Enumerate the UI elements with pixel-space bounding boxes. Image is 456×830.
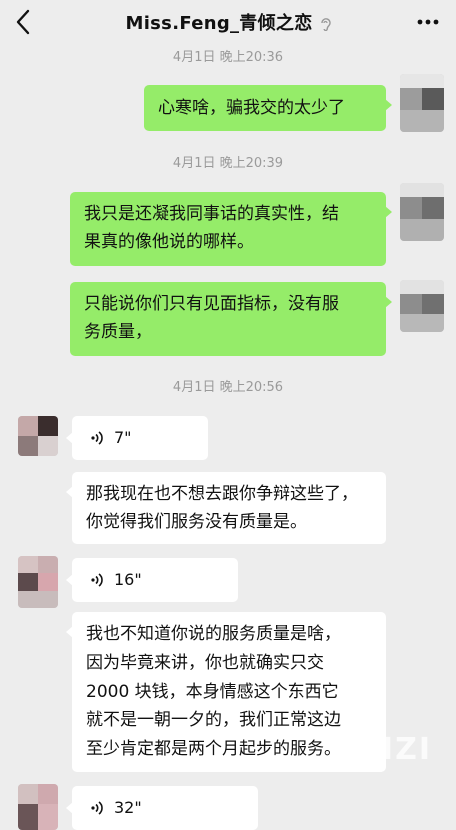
message-text: 只能说你们只有见面指标，没有服 xyxy=(84,294,339,314)
message-text: 那我现在也不想去跟你争辩这些了， xyxy=(86,484,358,504)
voice-message[interactable]: 32" xyxy=(66,786,258,830)
sent-message[interactable]: 我只是还凝我同事话的真实性，结 果真的像他说的哪样。 xyxy=(70,192,392,266)
my-avatar[interactable] xyxy=(400,280,444,332)
ellipsis-icon xyxy=(417,19,439,25)
message-text: 你觉得我们服务没有质量是。 xyxy=(86,512,307,532)
received-message[interactable]: 那我现在也不想去跟你争辩这些了， 你觉得我们服务没有质量是。 xyxy=(66,472,386,544)
voice-wave-icon xyxy=(91,573,103,587)
message-text: 至少肯定都是两个月起步的服务。 xyxy=(86,739,341,760)
chat-header: Miss.Feng_青倾之恋 xyxy=(0,0,456,44)
contact-avatar[interactable] xyxy=(18,556,58,608)
message-text: 2000 块钱，本身情感这个东西它 xyxy=(86,681,339,702)
timestamp: 4月1日 晚上20:39 xyxy=(172,156,284,171)
voice-wave-icon xyxy=(91,801,103,815)
message-text: 果真的像他说的哪样。 xyxy=(84,232,254,252)
chat-title-text: Miss.Feng_青倾之恋 xyxy=(125,13,313,34)
timestamp: 4月1日 晚上20:56 xyxy=(172,380,284,395)
ear-icon xyxy=(320,18,331,31)
message-text: 心寒啥，骗我交的太少了 xyxy=(158,98,345,118)
more-button[interactable] xyxy=(416,12,440,32)
chat-title: Miss.Feng_青倾之恋 xyxy=(0,9,456,35)
contact-avatar[interactable] xyxy=(18,416,58,456)
voice-wave-icon xyxy=(91,431,103,445)
voice-duration: 32" xyxy=(114,798,142,817)
timestamp: 4月1日 晚上20:36 xyxy=(172,50,284,65)
voice-duration: 7" xyxy=(114,428,132,447)
sent-message[interactable]: 心寒啥，骗我交的太少了 xyxy=(144,85,392,131)
message-text: 我也不知道你说的服务质量是啥， xyxy=(86,624,341,644)
received-message[interactable]: 我也不知道你说的服务质量是啥， 因为毕竟来讲，你也就确实只交 2000 块钱，本… xyxy=(66,612,386,772)
contact-avatar[interactable] xyxy=(18,784,58,830)
my-avatar[interactable] xyxy=(400,74,444,132)
message-text: 我只是还凝我同事话的真实性，结 xyxy=(84,204,339,224)
message-text: 务质量， xyxy=(84,322,152,342)
message-text: 就不是一朝一夕的，我们正常这边 xyxy=(86,710,341,731)
voice-message[interactable]: 16" xyxy=(66,558,238,602)
voice-duration: 16" xyxy=(114,570,142,589)
message-text: 因为毕竟来讲，你也就确实只交 xyxy=(86,652,324,673)
voice-message[interactable]: 7" xyxy=(66,416,208,460)
sent-message[interactable]: 只能说你们只有见面指标，没有服 务质量， xyxy=(70,282,392,356)
my-avatar[interactable] xyxy=(400,183,444,241)
watermark: XIZI xyxy=(356,732,432,767)
